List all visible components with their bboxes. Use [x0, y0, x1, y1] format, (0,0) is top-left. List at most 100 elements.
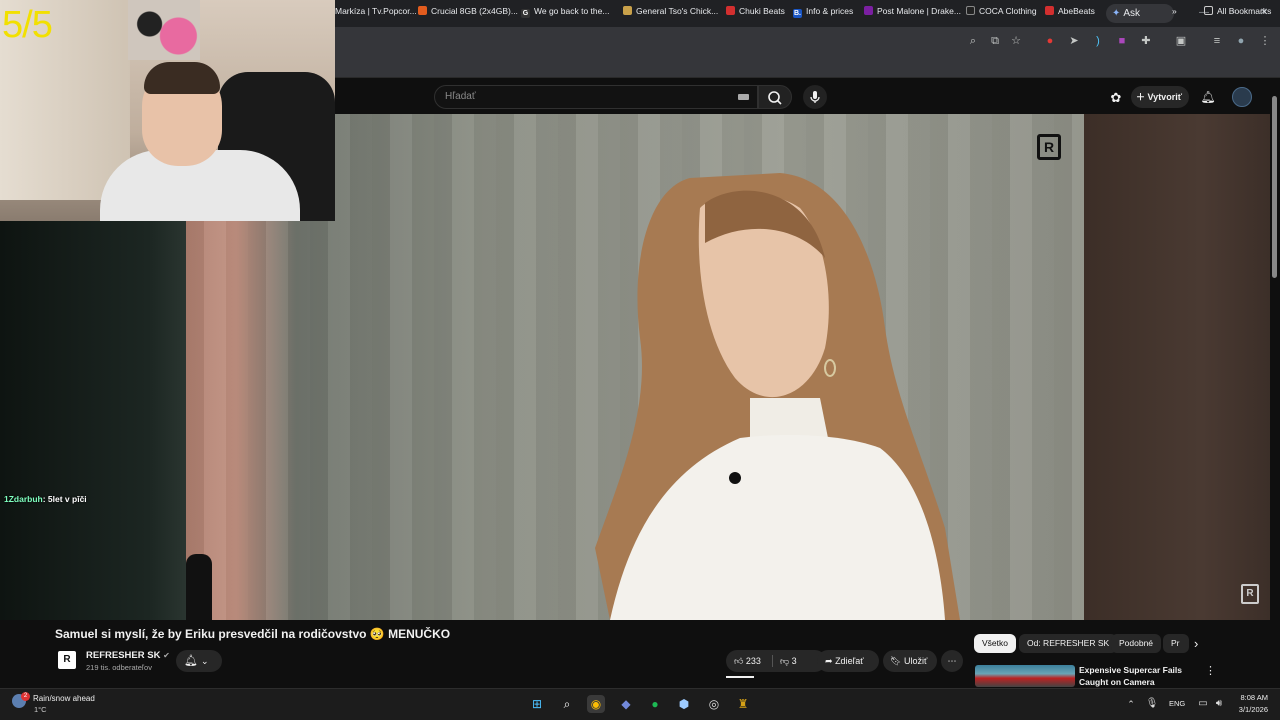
save-button[interactable]: 🔖︎ Uložiť	[883, 650, 937, 672]
bookmark-favicon	[966, 6, 975, 15]
bookmark-item[interactable]: AbeBeats	[1045, 4, 1095, 18]
create-button[interactable]: ＋ Vytvoriť	[1131, 86, 1189, 108]
sparkle-icon: ✦	[1112, 8, 1121, 19]
windows-taskbar	[0, 688, 1280, 720]
tray-microphone-icon[interactable]: 🎙︎	[1143, 695, 1161, 713]
like-divider	[772, 655, 773, 667]
bookmark-favicon	[418, 6, 427, 15]
clock-date[interactable]: 3/1/2026	[1230, 705, 1268, 714]
more-actions-button[interactable]: ⋯	[941, 650, 963, 672]
taskbar-search-icon[interactable]: ⌕	[558, 695, 576, 713]
tray-overflow-icon[interactable]: ⌃	[1122, 695, 1140, 713]
input-language[interactable]: ENG	[1169, 699, 1185, 708]
dislike-button[interactable]: 👎︎ 3	[780, 650, 797, 672]
clock-time[interactable]: 8:08 AM	[1236, 693, 1268, 702]
bookmark-item[interactable]: B. Info & prices	[793, 4, 853, 18]
bookmark-item[interactable]: Markíza | Tv.Popcor...	[335, 4, 417, 18]
thumbs-down-icon: 👎︎	[780, 656, 790, 666]
discord-icon[interactable]: ◆	[617, 695, 635, 713]
voice-search-button[interactable]	[803, 85, 827, 109]
weather-text[interactable]: Rain/snow ahead	[33, 694, 95, 703]
video-title: Samuel si myslí, že by Eriku presvedčil …	[55, 627, 451, 641]
save-icon: 🔖︎	[890, 656, 902, 666]
search-input[interactable]: Hľadať	[434, 85, 758, 109]
bell-icon: 🔔︎	[184, 655, 198, 667]
chat-username: 1Zdarbuh	[4, 494, 43, 504]
bookmark-item[interactable]: Post Malone | Drake...	[864, 4, 961, 18]
bookmark-favicon	[726, 6, 735, 15]
bookmark-item[interactable]: General Tso's Chick...	[623, 4, 718, 18]
webcam-plush-toys	[128, 0, 200, 60]
menu-kebab-icon[interactable]: ⋮	[1258, 34, 1272, 48]
verified-icon: ✔︎	[163, 651, 170, 660]
obs-icon[interactable]: ◎	[705, 695, 723, 713]
extensions-puzzle-icon[interactable]: ✚	[1139, 34, 1153, 48]
bookmark-item[interactable]: Chuki Beats	[726, 4, 785, 18]
weather-temperature: 1°C	[34, 705, 47, 714]
profile-avatar-icon[interactable]: ●	[1234, 34, 1248, 48]
ask-gemini-button[interactable]: ✦Ask Gemini	[1106, 4, 1174, 38]
weather-notification-badge: 2	[21, 692, 30, 701]
channel-avatar[interactable]: R	[58, 651, 76, 669]
bookmark-item[interactable]: G We go back to the...	[521, 4, 609, 18]
bookmark-item[interactable]: Crucial 8GB (2x4GB)...	[418, 4, 518, 18]
plus-icon: ＋	[1136, 92, 1148, 102]
avatar[interactable]	[1232, 87, 1252, 107]
bookmark-favicon	[623, 6, 632, 15]
thumbs-up-icon: 👍︎	[734, 656, 744, 666]
subscriber-count: 219 tis. odberateľov	[86, 663, 152, 672]
game-launcher-icon[interactable]: ♜	[734, 695, 752, 713]
zoom-icon[interactable]: ⌕	[966, 34, 980, 48]
chat-message: 1Zdarbuh: 5let v pīči	[4, 494, 87, 504]
bookmark-favicon	[864, 6, 873, 15]
recommended-menu-icon[interactable]: ⋮	[1205, 664, 1216, 677]
chip-all[interactable]: Všetko	[974, 634, 1016, 653]
extension-arrow-icon[interactable]: ➤	[1067, 34, 1081, 48]
notifications-bell-icon[interactable]: 🔔︎	[1200, 89, 1216, 105]
share-icon: ➦	[825, 656, 833, 666]
all-bookmarks[interactable]: All Bookmarks	[1204, 4, 1271, 18]
search-icon	[768, 91, 782, 105]
like-button[interactable]: 👍︎ 233	[734, 650, 761, 672]
subscription-bell-button[interactable]: 🔔︎ ⌄	[176, 650, 222, 672]
google-favicon: G	[521, 9, 530, 18]
bookmark-favicon	[1045, 6, 1054, 15]
keyboard-icon[interactable]	[738, 94, 749, 100]
video-branding-logo[interactable]: R	[1241, 584, 1259, 604]
chat-text: : 5let v pīči	[42, 494, 87, 504]
extension-opera-icon[interactable]: ●	[1043, 34, 1057, 48]
scrollbar-thumb[interactable]	[1272, 96, 1277, 278]
chips-next-icon[interactable]: ›	[1194, 636, 1198, 651]
tray-volume-icon[interactable]: 🔊︎	[1210, 695, 1228, 713]
channel-name[interactable]: REFRESHER SK ✔︎	[86, 650, 170, 661]
video-subject-person	[595, 173, 960, 620]
windows-start-icon[interactable]: ⊞	[528, 695, 546, 713]
search-button[interactable]	[758, 85, 792, 109]
bookmark-favicon: B.	[793, 9, 802, 18]
bookmarks-overflow-icon[interactable]: »	[1172, 4, 1177, 18]
spotify-icon[interactable]: ●	[646, 695, 664, 713]
cast-icon[interactable]: ⧉	[988, 34, 1002, 48]
steam-icon[interactable]: ⬢	[675, 695, 693, 713]
like-dislike-group: 👍︎ 233 👎︎ 3	[726, 650, 826, 672]
sidepanel-icon[interactable]: ▣	[1174, 34, 1188, 48]
recommended-thumbnail[interactable]	[975, 665, 1075, 687]
bookmark-star-icon[interactable]: ☆	[1009, 34, 1023, 48]
chip-from-channel[interactable]: Od: REFRESHER SK	[1019, 634, 1118, 653]
extension-twitch-icon[interactable]: ■	[1115, 34, 1129, 48]
gear-icon[interactable]: ✿	[1108, 90, 1124, 106]
reading-list-icon[interactable]: ≡	[1210, 34, 1224, 48]
video-background-right	[1084, 114, 1280, 620]
stream-counter: 5/5	[2, 4, 53, 46]
chip-truncated[interactable]: Pr	[1163, 634, 1189, 653]
chrome-icon[interactable]: ◉	[587, 695, 605, 713]
like-underline	[726, 676, 754, 678]
bookmark-item[interactable]: COCA Clothing	[966, 4, 1037, 18]
more-horizontal-icon: ⋯	[947, 656, 957, 666]
chip-related[interactable]: Podobné	[1111, 634, 1162, 653]
recommended-title[interactable]: Expensive Supercar Fails Caught on Camer…	[1079, 664, 1199, 688]
microphone-icon	[810, 91, 820, 103]
extension-wave-icon[interactable]: )	[1091, 34, 1105, 48]
webcam-streamer-hair	[144, 62, 220, 94]
share-button[interactable]: ➦ Zdieľať	[817, 650, 879, 672]
